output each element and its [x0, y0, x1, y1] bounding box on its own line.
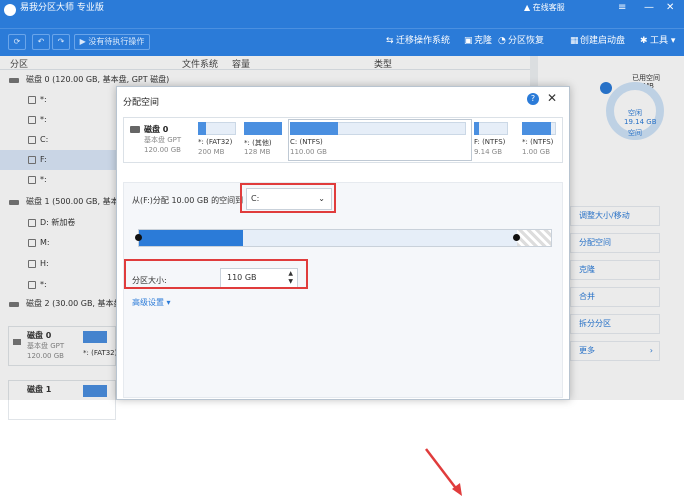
play-icon: ▶: [79, 37, 86, 46]
slider-left-handle[interactable]: [135, 234, 142, 241]
tools-button[interactable]: ✱ 工具 ▾: [640, 36, 675, 47]
dialog-close-icon[interactable]: ✕: [547, 91, 557, 105]
clone-icon: ▣: [464, 36, 473, 46]
slider-fill: [139, 230, 243, 246]
disk-icon: [130, 126, 140, 133]
undo-icon: ↶: [37, 37, 45, 46]
migrate-icon: ⇆: [386, 36, 394, 46]
segment-fill: [198, 122, 206, 135]
close-button[interactable]: ✕: [666, 2, 674, 13]
disk-type: 基本盘 GPT: [144, 136, 182, 144]
segment-fat32[interactable]: *: (FAT32) 200 MB: [198, 122, 236, 160]
size-slider[interactable]: [135, 229, 552, 247]
disk-info: 磁盘 0 基本盘 GPT 120.00 GB: [130, 122, 194, 160]
toolbar: ⟳ ↶ ↷ ▶ 没有待执行操作 ⇆ 迁移操作系统 ▣克隆 ◔ 分区恢复 ▦创建启动盘…: [0, 28, 684, 56]
pending-ops-button[interactable]: ▶ 没有待执行操作: [74, 34, 150, 50]
allocate-space-dialog: 分配空间 ? ✕ 磁盘 0 基本盘 GPT 120.00 GB *: (FAT3…: [116, 86, 570, 496]
refresh-icon: ⟳: [13, 37, 21, 46]
create-bootable-button[interactable]: ▦创建启动盘: [570, 36, 625, 47]
partition-recovery-button[interactable]: ◔ 分区恢复: [498, 36, 544, 47]
segment-f[interactable]: F: (NTFS) 9.14 GB: [474, 122, 508, 160]
segment-c-selected[interactable]: C: (NTFS) 110.00 GB: [288, 119, 472, 161]
help-icon[interactable]: ?: [527, 93, 539, 105]
disk-size: 120.00 GB: [144, 146, 181, 154]
segment-fill: [522, 122, 551, 135]
minimize-button[interactable]: —: [644, 2, 654, 13]
refresh-button[interactable]: ⟳: [8, 34, 26, 50]
highlight-box-size: [124, 259, 308, 289]
redo-button[interactable]: ↷: [52, 34, 70, 50]
segment-fill: [244, 122, 282, 135]
migrate-os-button[interactable]: ⇆ 迁移操作系统: [386, 36, 450, 47]
disk-name: 磁盘 0: [144, 125, 169, 134]
segment-last[interactable]: *: (NTFS) 1.00 GB: [522, 122, 556, 160]
dialog-title: 分配空间: [123, 98, 160, 108]
slider-right-handle[interactable]: [513, 234, 520, 241]
app-logo-icon: [4, 4, 16, 16]
tools-icon: ✱: [640, 36, 648, 46]
online-service-link[interactable]: ▲ 在线客服: [524, 3, 565, 13]
recovery-icon: ◔: [498, 36, 506, 46]
allocate-from-label: 从(F:)分配 10.00 GB 的空间到: [132, 196, 244, 205]
advanced-settings-link[interactable]: 高级设置 ▾: [132, 297, 171, 308]
annotation-arrow-icon: [425, 448, 462, 496]
segment-fill: [474, 122, 479, 135]
disk-map: 磁盘 0 基本盘 GPT 120.00 GB *: (FAT32) 200 MB…: [123, 117, 563, 163]
person-icon: ▲: [524, 3, 531, 12]
menu-button[interactable]: ≡: [618, 2, 626, 13]
bootable-icon: ▦: [570, 36, 579, 46]
slider-unallocatable: [517, 230, 551, 246]
undo-button[interactable]: ↶: [32, 34, 50, 50]
title-bar: 易我分区大师 专业版 ▲ 在线客服 ≡ — ✕: [0, 0, 684, 28]
app-title: 易我分区大师 专业版: [20, 3, 104, 13]
redo-icon: ↷: [57, 37, 65, 46]
highlight-box-target: [240, 183, 336, 213]
segment-other[interactable]: *: (其他) 128 MB: [244, 122, 282, 160]
segment-fill: [290, 122, 338, 135]
clone-button[interactable]: ▣克隆: [464, 36, 492, 47]
allocation-section: 从(F:)分配 10.00 GB 的空间到 C: ⌄ 分区大小: 110 GB …: [123, 182, 563, 496]
